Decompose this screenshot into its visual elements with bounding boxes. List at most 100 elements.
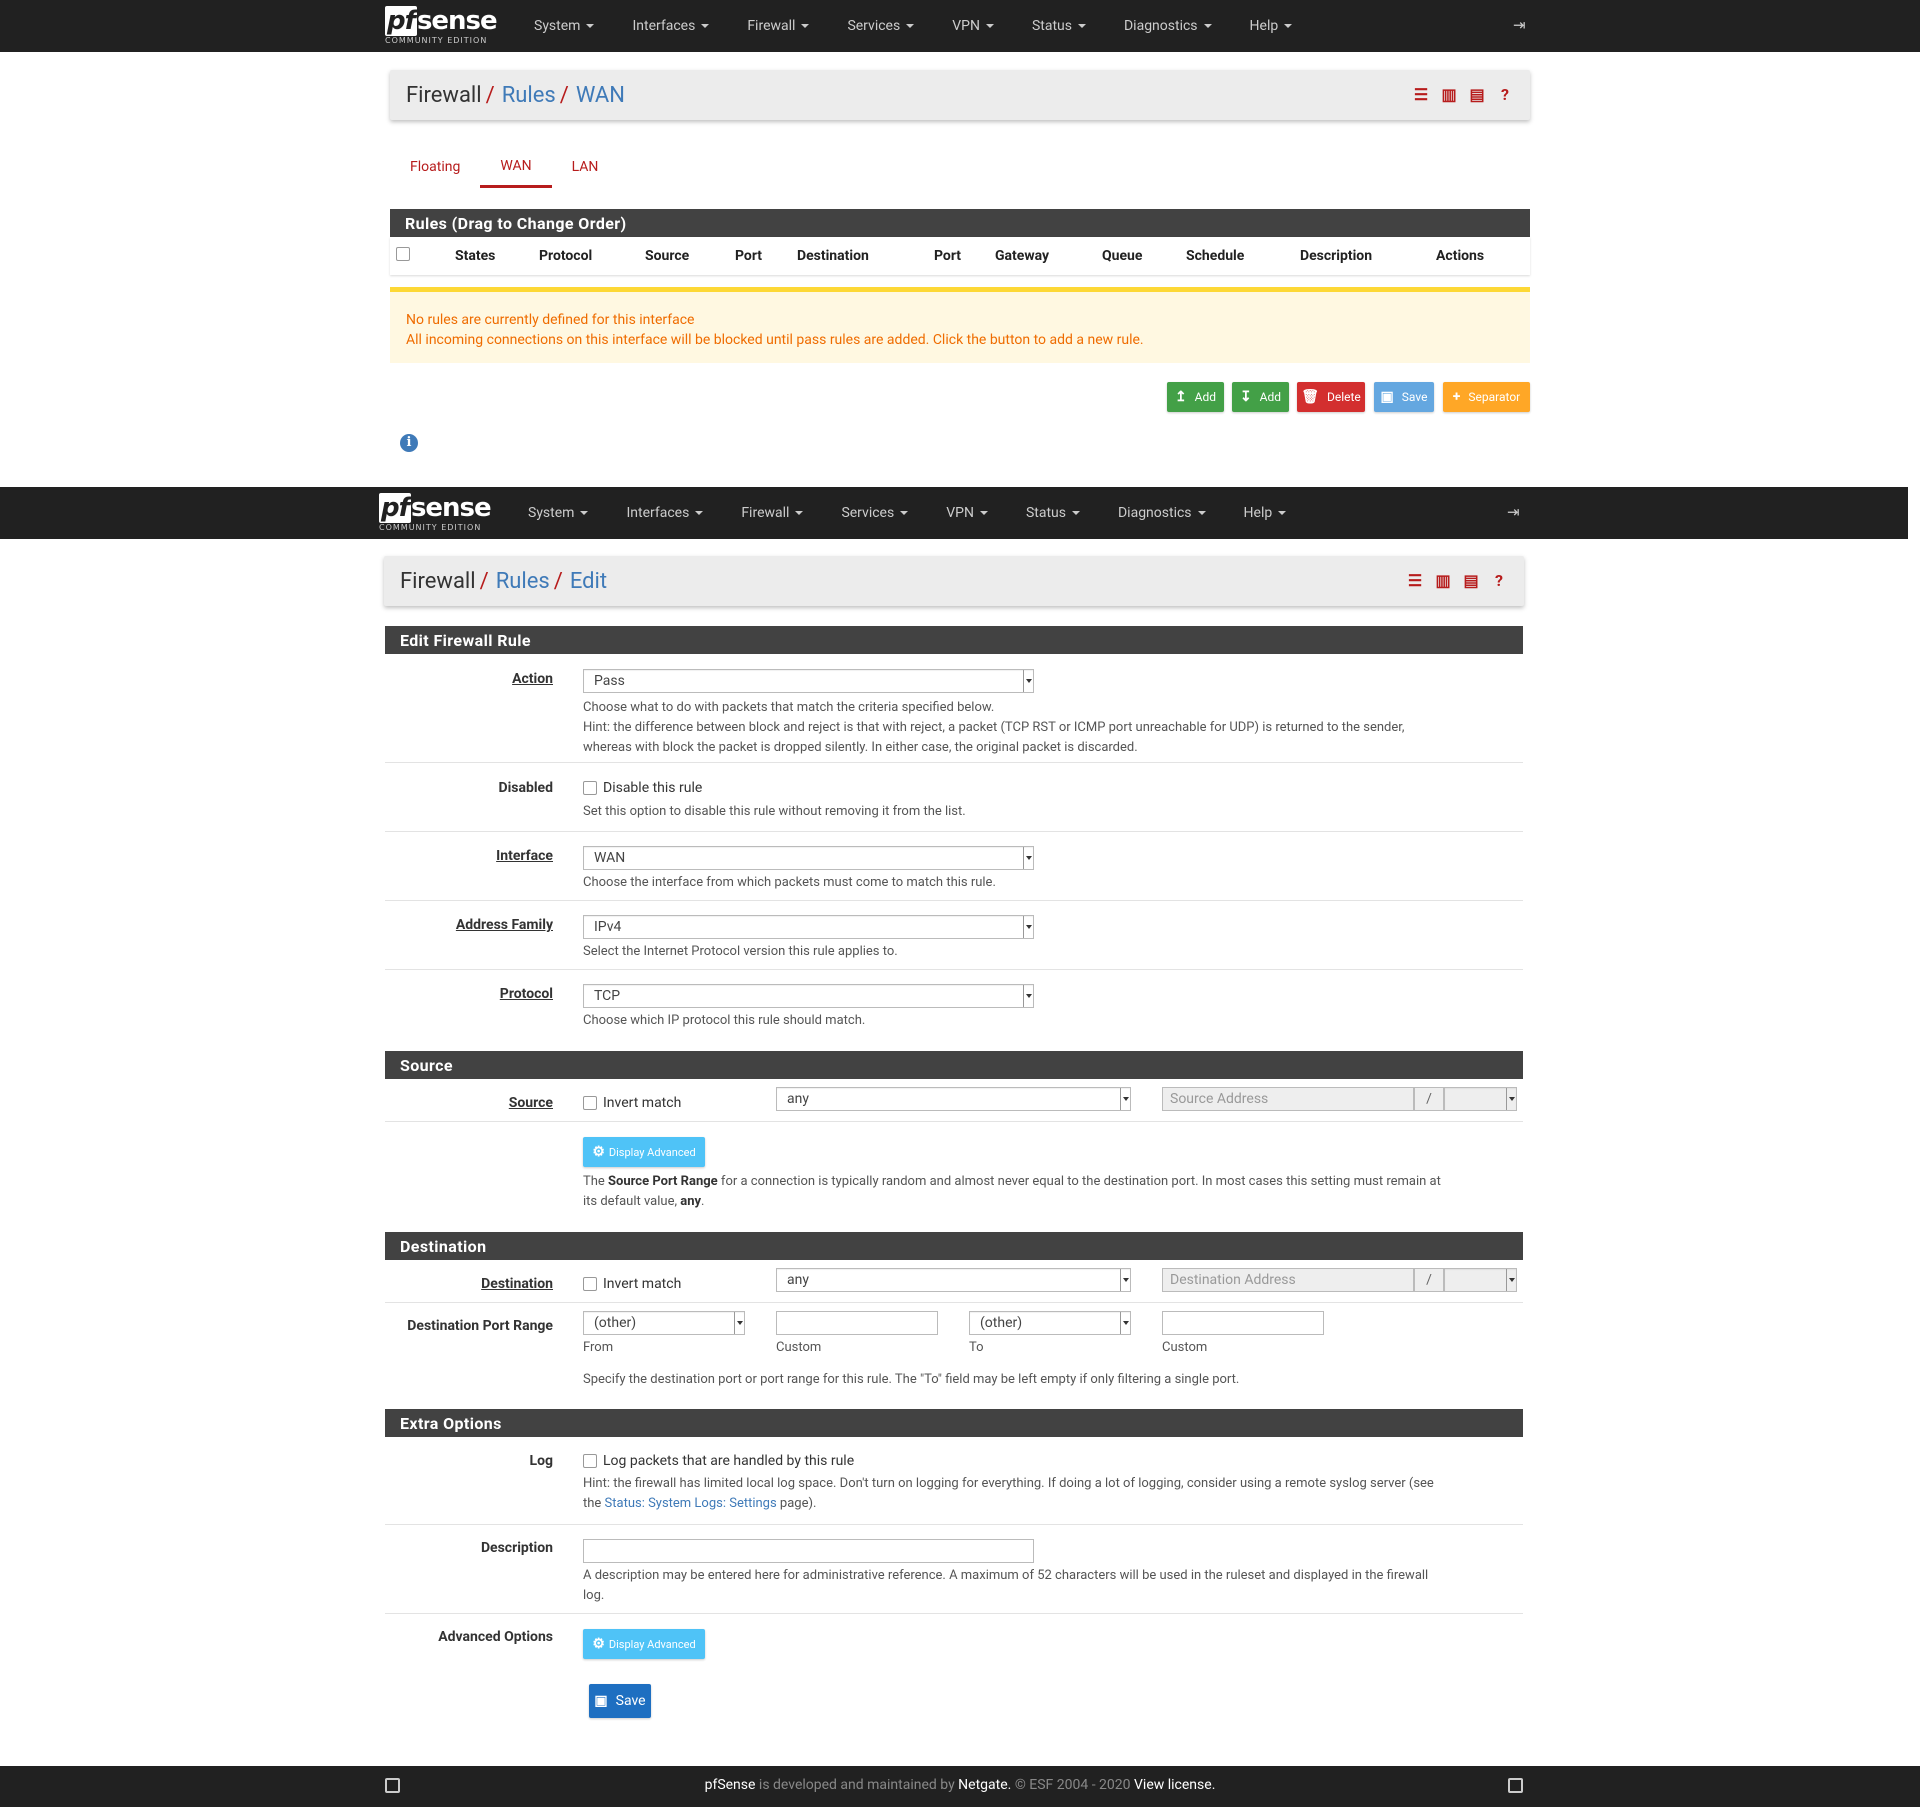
add-bottom-button[interactable]: ↧ Add — [1232, 382, 1289, 412]
source-address-input[interactable]: Source Address — [1162, 1087, 1414, 1111]
add-top-button[interactable]: ↥ Add — [1167, 382, 1224, 412]
address-family-select[interactable]: IPv4 — [583, 915, 1034, 939]
dest-port-to-select[interactable]: (other) — [969, 1311, 1131, 1335]
bar-chart-icon[interactable]: ▥ — [1434, 571, 1452, 591]
pfsense-logo[interactable]: pfsense COMMUNITY EDITION — [385, 5, 498, 45]
col-protocol[interactable]: Protocol — [539, 248, 592, 264]
top-navbar-2: pfsense COMMUNITY EDITION System Interfa… — [0, 487, 1908, 539]
col-schedule[interactable]: Schedule — [1186, 248, 1244, 264]
logout-icon[interactable]: ⇥ — [1513, 16, 1529, 34]
action-help: Choose what to do with packets that matc… — [583, 700, 1405, 755]
destination-type-select[interactable]: any — [776, 1268, 1131, 1292]
source-invert-checkbox[interactable]: Invert match — [583, 1095, 681, 1111]
source-row: Source Invert match any Source Address / — [385, 1079, 1523, 1122]
col-source[interactable]: Source — [645, 248, 689, 264]
sliders-icon[interactable]: ☰ — [1406, 571, 1424, 591]
system-logs-settings-link[interactable]: Status: System Logs: Settings — [605, 1496, 777, 1511]
col-states[interactable]: States — [455, 248, 495, 264]
dest-port-to-custom[interactable] — [1162, 1311, 1324, 1335]
trash-icon: 🗑 — [1301, 389, 1319, 405]
advanced-display-button[interactable]: ⚙ Display Advanced — [583, 1629, 705, 1659]
nav-interfaces[interactable]: Interfaces — [607, 487, 722, 539]
save-rule-button[interactable]: ▣ Save — [589, 1684, 651, 1718]
col-description[interactable]: Description — [1300, 248, 1372, 264]
table-icon[interactable]: ▤ — [1462, 571, 1480, 591]
disabled-row: Disabled Disable this rule Set this opti… — [385, 763, 1523, 832]
nav-firewall[interactable]: Firewall — [722, 487, 822, 539]
gear-icon: ⚙ — [592, 1636, 605, 1652]
arrow-up-icon: ↥ — [1174, 389, 1187, 405]
rules-table-header: States Protocol Source Port Destination … — [390, 237, 1530, 275]
footer-right-icon[interactable] — [1508, 1778, 1523, 1793]
breadcrumb-rules[interactable]: Rules — [496, 569, 550, 594]
nav-interfaces[interactable]: Interfaces — [613, 0, 728, 52]
destination-slash: / — [1414, 1268, 1444, 1292]
disable-rule-checkbox[interactable]: Disable this rule — [583, 780, 702, 796]
source-type-select[interactable]: any — [776, 1087, 1131, 1111]
nav-firewall[interactable]: Firewall — [728, 0, 828, 52]
sliders-icon[interactable]: ☰ — [1412, 85, 1430, 105]
destination-address-input[interactable]: Destination Address — [1162, 1268, 1414, 1292]
nav-status[interactable]: Status — [1007, 487, 1099, 539]
log-checkbox[interactable]: Log packets that are handled by this rul… — [583, 1453, 854, 1469]
dest-port-from-select[interactable]: (other) — [583, 1311, 745, 1335]
footer: pfSense is developed and maintained by N… — [0, 1766, 1920, 1807]
netgate-link[interactable]: Netgate. — [958, 1777, 1011, 1793]
tab-wan[interactable]: WAN — [480, 146, 552, 188]
separator-button[interactable]: + Separator — [1443, 382, 1530, 412]
destination-port-help: Specify the destination port or port ran… — [583, 1372, 1240, 1387]
col-gateway[interactable]: Gateway — [995, 248, 1049, 264]
breadcrumb-rules[interactable]: Rules — [502, 83, 556, 108]
description-row: Description A description may be entered… — [385, 1525, 1523, 1614]
col-port[interactable]: Port — [735, 248, 762, 264]
nav-diagnostics[interactable]: Diagnostics — [1105, 0, 1231, 52]
destination-invert-checkbox[interactable]: Invert match — [583, 1276, 681, 1292]
col-destination[interactable]: Destination — [797, 248, 869, 264]
help-icon[interactable]: ? — [1496, 85, 1514, 105]
source-help: The Source Port Range for a connection i… — [583, 1174, 1441, 1209]
pfsense-logo-2[interactable]: pfsense COMMUNITY EDITION — [379, 492, 492, 532]
nav-services[interactable]: Services — [828, 0, 933, 52]
address-family-help: Select the Internet Protocol version thi… — [583, 944, 898, 959]
breadcrumb-wan[interactable]: WAN — [576, 83, 625, 108]
source-mask-select[interactable] — [1444, 1087, 1517, 1111]
interface-select[interactable]: WAN — [583, 846, 1034, 870]
rules-panel-title: Rules (Drag to Change Order) — [390, 209, 1530, 237]
info-icon[interactable]: i — [400, 434, 418, 452]
action-select[interactable]: Pass — [583, 669, 1034, 693]
interface-label: Interface — [496, 848, 553, 864]
save-order-button[interactable]: ▣ Save — [1374, 382, 1434, 412]
address-family-label: Address Family — [455, 917, 553, 933]
breadcrumb-edit: Firewall / Rules / Edit ☰ ▥ ▤ ? — [384, 556, 1524, 606]
disabled-help: Set this option to disable this rule wit… — [583, 804, 966, 819]
bar-chart-icon[interactable]: ▥ — [1440, 85, 1458, 105]
destination-mask-select[interactable] — [1444, 1268, 1517, 1292]
nav-help[interactable]: Help — [1231, 0, 1312, 52]
nav-help[interactable]: Help — [1225, 487, 1306, 539]
table-icon[interactable]: ▤ — [1468, 85, 1486, 105]
delete-button[interactable]: 🗑 Delete — [1297, 382, 1365, 412]
nav-status[interactable]: Status — [1013, 0, 1105, 52]
logout-icon[interactable]: ⇥ — [1507, 503, 1523, 521]
description-input[interactable] — [583, 1539, 1034, 1563]
disabled-label: Disabled — [498, 780, 553, 796]
nav-diagnostics[interactable]: Diagnostics — [1099, 487, 1225, 539]
dest-port-from-custom[interactable] — [776, 1311, 938, 1335]
protocol-select[interactable]: TCP — [583, 984, 1034, 1008]
nav-system[interactable]: System — [509, 487, 607, 539]
breadcrumb-edit-link[interactable]: Edit — [570, 569, 607, 594]
tab-floating[interactable]: Floating — [390, 146, 480, 188]
view-license-link[interactable]: View license. — [1134, 1777, 1215, 1793]
col-queue[interactable]: Queue — [1102, 248, 1142, 264]
help-icon[interactable]: ? — [1490, 571, 1508, 591]
log-help: Hint: the firewall has limited local log… — [583, 1476, 1434, 1511]
warning-line-1: No rules are currently defined for this … — [406, 312, 695, 328]
breadcrumb-firewall: Firewall — [400, 568, 476, 594]
nav-vpn[interactable]: VPN — [927, 487, 1007, 539]
col-port-2[interactable]: Port — [934, 248, 961, 264]
nav-system[interactable]: System — [515, 0, 613, 52]
tab-lan[interactable]: LAN — [552, 146, 619, 188]
nav-vpn[interactable]: VPN — [933, 0, 1013, 52]
source-display-advanced-button[interactable]: ⚙ Display Advanced — [583, 1137, 705, 1167]
nav-services[interactable]: Services — [822, 487, 927, 539]
